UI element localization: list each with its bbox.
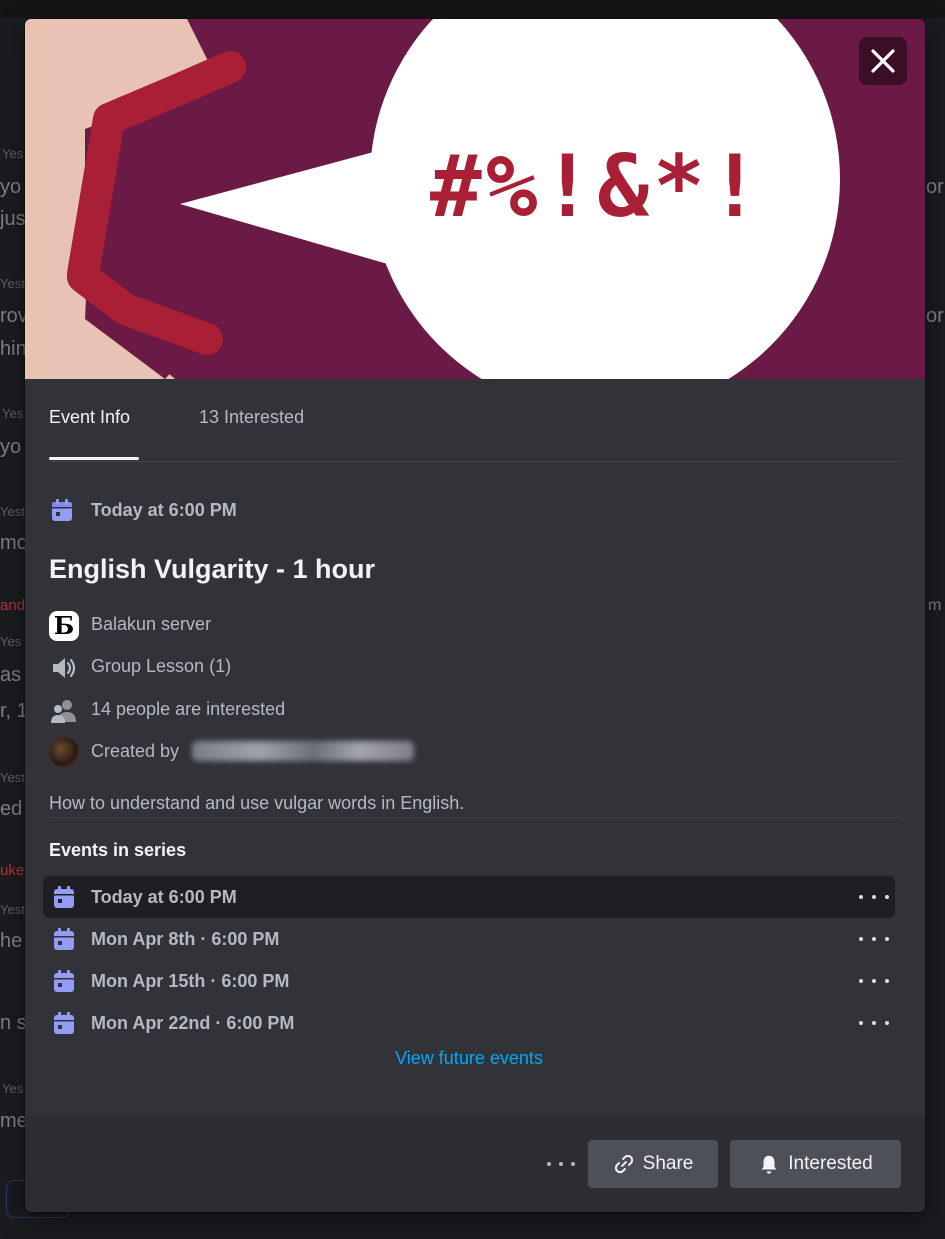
bg-fragment: Yes <box>2 406 24 421</box>
bg-fragment: yo <box>0 176 22 198</box>
event-title: English Vulgarity - 1 hour <box>49 554 376 584</box>
more-dot-icon <box>872 937 876 941</box>
server-name[interactable]: Balakun server <box>91 614 211 635</box>
tab-event-info[interactable]: Event Info <box>49 407 130 428</box>
series-event-label: Mon Apr 15th · 6:00 PM <box>91 971 290 991</box>
bg-fragment: n s <box>0 1012 27 1034</box>
view-future-events-link[interactable]: View future events <box>25 1048 913 1069</box>
close-button[interactable] <box>859 37 907 85</box>
bg-fragment: rov <box>0 305 28 327</box>
divider <box>49 817 901 818</box>
more-options-button[interactable] <box>859 884 889 910</box>
more-dot-icon <box>872 895 876 899</box>
bg-fragment: and <box>0 597 26 614</box>
bg-fragment: hin <box>0 338 27 360</box>
interested-count: 14 people are interested <box>91 699 286 719</box>
more-dot-icon <box>547 1162 551 1166</box>
bg-fragment: ed <box>0 798 23 820</box>
series-event-row[interactable]: Mon Apr 22nd · 6:00 PM <box>43 1002 895 1044</box>
more-dot-icon <box>859 979 863 983</box>
event-description: How to understand and use vulgar words i… <box>49 793 465 813</box>
more-dot-icon <box>885 895 889 899</box>
speaker-icon <box>53 658 76 678</box>
bg-fragment: Yes <box>0 634 22 649</box>
share-button[interactable]: Share <box>588 1140 718 1188</box>
more-options-button[interactable] <box>859 968 889 994</box>
more-dot-icon <box>872 1021 876 1025</box>
bg-fragment: uke <box>0 862 25 879</box>
series-event-row[interactable]: Mon Apr 8th · 6:00 PM <box>43 918 895 960</box>
more-dot-icon <box>885 937 889 941</box>
active-tab-indicator <box>49 457 139 460</box>
event-banner-image: #%!&*! <box>25 19 925 379</box>
creator-avatar[interactable] <box>49 737 79 767</box>
more-options-button[interactable] <box>859 1010 889 1036</box>
share-label: Share <box>642 1153 694 1174</box>
more-dot-icon <box>859 895 863 899</box>
calendar-icon <box>54 928 74 950</box>
bg-fragment: mo <box>0 532 28 554</box>
more-dot-icon <box>885 979 889 983</box>
link-icon <box>614 1154 633 1174</box>
bg-fragment: or <box>926 305 944 327</box>
bg-fragment: me <box>0 1110 28 1132</box>
more-dot-icon <box>859 1021 863 1025</box>
more-dot-icon <box>859 937 863 941</box>
bg-fragment: Yes <box>2 1081 24 1096</box>
series-event-row[interactable]: Today at 6:00 PM <box>43 876 895 918</box>
calendar-icon <box>52 499 72 521</box>
calendar-icon <box>54 1012 74 1034</box>
series-event-label: Mon Apr 8th · 6:00 PM <box>91 929 280 949</box>
more-dot-icon <box>571 1162 575 1166</box>
calendar-icon <box>54 970 74 992</box>
more-dot-icon <box>559 1162 563 1166</box>
interested-button[interactable]: Interested <box>730 1140 901 1188</box>
bg-fragment: he <box>0 930 23 952</box>
bg-fragment: jus <box>0 208 26 230</box>
banner-speech-text: #%!&*! <box>430 137 765 237</box>
background-top-bar <box>0 0 945 18</box>
series-heading: Events in series <box>49 840 187 860</box>
interested-label: Interested <box>788 1153 873 1174</box>
people-icon <box>51 700 76 723</box>
bg-fragment: r, 1 <box>0 700 28 722</box>
bg-fragment: yo <box>0 436 22 458</box>
bell-icon <box>761 1155 777 1174</box>
close-icon <box>871 49 895 73</box>
footer-more-button[interactable] <box>547 1159 575 1169</box>
series-event-label: Today at 6:00 PM <box>91 887 237 907</box>
bg-fragment: or <box>926 176 944 198</box>
server-logo-letter: Ƃ <box>53 611 75 640</box>
channel-name[interactable]: Group Lesson (1) <box>91 656 231 677</box>
bg-fragment: m <box>928 597 942 614</box>
more-dot-icon <box>872 979 876 983</box>
series-event-row[interactable]: Mon Apr 15th · 6:00 PM <box>43 960 895 1002</box>
bg-fragment: Yest <box>0 902 25 917</box>
created-by-label: Created by <box>91 741 180 761</box>
event-tabs: Event Info 13 Interested <box>49 379 901 462</box>
bg-fragment: as <box>0 664 22 686</box>
bg-fragment: Yest <box>0 770 25 785</box>
calendar-icon <box>54 886 74 908</box>
more-dot-icon <box>885 1021 889 1025</box>
tab-interested[interactable]: 13 Interested <box>199 407 304 428</box>
more-options-button[interactable] <box>859 926 889 952</box>
series-event-label: Mon Apr 22nd · 6:00 PM <box>91 1013 295 1033</box>
event-details-modal: #%!&*! Event Info 13 Interested Today at… <box>25 19 925 1212</box>
modal-footer: Share Interested <box>25 1116 925 1212</box>
bg-fragment: Yes <box>2 146 24 161</box>
bg-fragment: Yest <box>0 276 25 291</box>
event-date: Today at 6:00 PM <box>91 500 237 520</box>
creator-name-blurred[interactable] <box>192 741 414 761</box>
bg-fragment: Yest <box>0 504 25 519</box>
server-icon: Ƃ <box>49 611 79 641</box>
